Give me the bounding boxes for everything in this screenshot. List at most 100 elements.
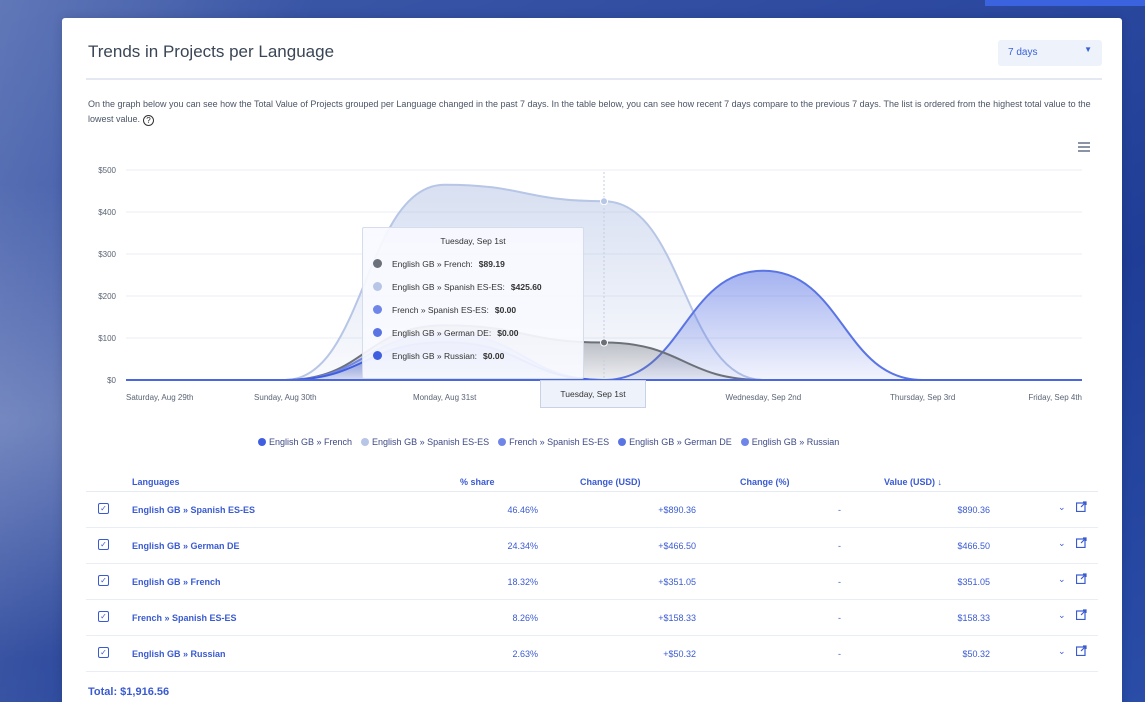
table-row: ✓ English GB » Russian 2.63% +$50.32 - $50.32… [86,636,1098,672]
legend-item[interactable]: English GB » Russian [740,437,840,447]
header-languages[interactable]: Languages [132,477,180,487]
page-title: Trends in Projects per Language [88,42,335,61]
table-row: ✓ English GB » German DE 24.34% +$466.50 - $4… [86,528,1098,564]
legend-label: English GB » Russian [751,437,840,447]
share-cell: 8.26% [512,613,538,623]
tooltip-value: $0.00 [483,350,505,361]
help-icon[interactable]: ? [143,115,155,126]
tooltip-value: $0.00 [497,327,519,338]
change-pct-cell: - [838,541,841,551]
x-hover-label: Tuesday, Sep 1st [540,380,646,408]
change-pct-cell: - [838,613,841,623]
tooltip-label: French » Spanish ES-ES: [392,304,489,315]
language-cell[interactable]: English GB » Spanish ES-ES [132,505,255,515]
chart-tooltip: Tuesday, Sep 1st English GB » French: $89… [362,227,584,379]
language-cell[interactable]: English GB » French [132,577,221,587]
chevron-down-icon: ▼ [1084,45,1092,54]
expand-chevron-icon[interactable]: ⌄ [1058,502,1066,513]
value-cell: $351.05 [957,577,990,587]
legend-item[interactable]: English GB » Spanish ES-ES [361,437,489,447]
checkbox-icon[interactable]: ✓ [98,503,109,514]
trend-chart: $0 $100 $200 $300 $400 $500 Saturday, Aug 29th… [86,158,1096,458]
value-cell: $50.32 [962,649,990,659]
checkbox-icon[interactable]: ✓ [98,575,109,586]
change-usd-cell: +$351.05 [658,577,696,587]
header-change-usd[interactable]: Change (USD) [580,477,641,487]
table-row: ✓ English GB » Spanish ES-ES 46.46% +$890.3… [86,492,1098,528]
x-tick-label: Thursday, Sep 3rd [890,393,955,402]
hover-point [600,338,608,347]
tooltip-row: English GB » French: $89.19 [363,252,583,275]
legend-dot-icon [258,438,266,446]
y-tick-label: $100 [98,334,116,343]
external-link-icon[interactable] [1075,537,1087,550]
language-cell[interactable]: English GB » Russian [132,649,226,659]
legend-item[interactable]: English GB » French [258,437,352,447]
table-row: ✓ French » Spanish ES-ES 8.26% +$158.33 - $15… [86,600,1098,636]
value-cell: $158.33 [957,613,990,623]
header-share[interactable]: % share [460,477,495,487]
external-link-icon[interactable] [1075,573,1087,586]
expand-chevron-icon[interactable]: ⌄ [1058,574,1066,585]
trends-panel: Trends in Projects per Language 7 days ▼… [62,18,1122,702]
expand-chevron-icon[interactable]: ⌄ [1058,538,1066,549]
y-tick-label: $300 [98,250,116,259]
tooltip-row: English GB » Russian: $0.00 [363,344,583,367]
x-tick-label: Sunday, Aug 30th [254,393,317,402]
series-dot-icon [373,259,382,268]
chart-menu-icon[interactable] [1078,142,1090,152]
languages-table: Languages % share Change (USD) Change (%… [86,470,1098,672]
change-usd-cell: +$466.50 [658,541,696,551]
expand-chevron-icon[interactable]: ⌄ [1058,610,1066,621]
series-dot-icon [373,351,382,360]
x-tick-label: Monday, Aug 31st [413,393,477,402]
share-cell: 46.46% [507,505,538,515]
value-cell: $466.50 [957,541,990,551]
series-dot-icon [373,328,382,337]
external-link-icon[interactable] [1075,609,1087,622]
share-cell: 2.63% [512,649,538,659]
legend-dot-icon [361,438,370,446]
legend-label: French » Spanish ES-ES [509,437,610,447]
y-tick-label: $0 [107,376,116,385]
checkbox-icon[interactable]: ✓ [98,647,109,658]
tooltip-row: English GB » Spanish ES-ES: $425.60 [363,275,583,298]
tooltip-row: English GB » German DE: $0.00 [363,321,583,344]
legend-dot-icon [740,438,749,446]
chart-svg: $0 $100 $200 $300 $400 $500 Saturday, Aug 29th… [98,166,1082,402]
tooltip-label: English GB » Russian: [392,350,478,361]
external-link-icon[interactable] [1075,645,1087,658]
checkbox-icon[interactable]: ✓ [98,539,109,550]
arrow-down-icon: ↓ [937,477,943,487]
checkbox-icon[interactable]: ✓ [98,611,109,622]
share-cell: 24.34% [507,541,538,551]
legend-item[interactable]: English GB » German DE [618,437,732,447]
tooltip-row: French » Spanish ES-ES: $0.00 [363,298,583,321]
external-link-icon[interactable] [1075,501,1087,514]
legend-dot-icon [498,438,507,446]
expand-chevron-icon[interactable]: ⌄ [1058,646,1066,657]
period-dropdown-value: 7 days [1008,47,1038,58]
tooltip-label: English GB » German DE: [392,327,492,338]
share-cell: 18.32% [507,577,538,587]
panel-header: Trends in Projects per Language 7 days ▼ [86,36,1102,80]
y-tick-label: $500 [98,166,116,175]
legend-label: English GB » Spanish ES-ES [372,437,490,447]
top-accent-bar [985,0,1145,6]
language-cell[interactable]: English GB » German DE [132,541,240,551]
legend-item[interactable]: French » Spanish ES-ES [498,437,609,447]
change-pct-cell: - [838,577,841,587]
table-total: Total: $1,916.56 [88,686,170,698]
hover-point [600,197,608,206]
header-value[interactable]: Value (USD) ↓ [884,477,942,487]
table-row: ✓ English GB » French 18.32% +$351.05 - $351.… [86,564,1098,600]
value-cell: $890.36 [957,505,990,515]
x-tick-label: Wednesday, Sep 2nd [725,393,801,402]
header-value-label: Value (USD) [884,477,936,487]
period-dropdown[interactable]: 7 days ▼ [998,40,1102,66]
language-cell[interactable]: French » Spanish ES-ES [132,613,237,623]
x-tick-label: Friday, Sep 4th [1028,393,1082,402]
header-change-pct[interactable]: Change (%) [740,477,790,487]
series-dot-icon [373,305,382,314]
legend-label: English GB » German DE [629,437,732,447]
